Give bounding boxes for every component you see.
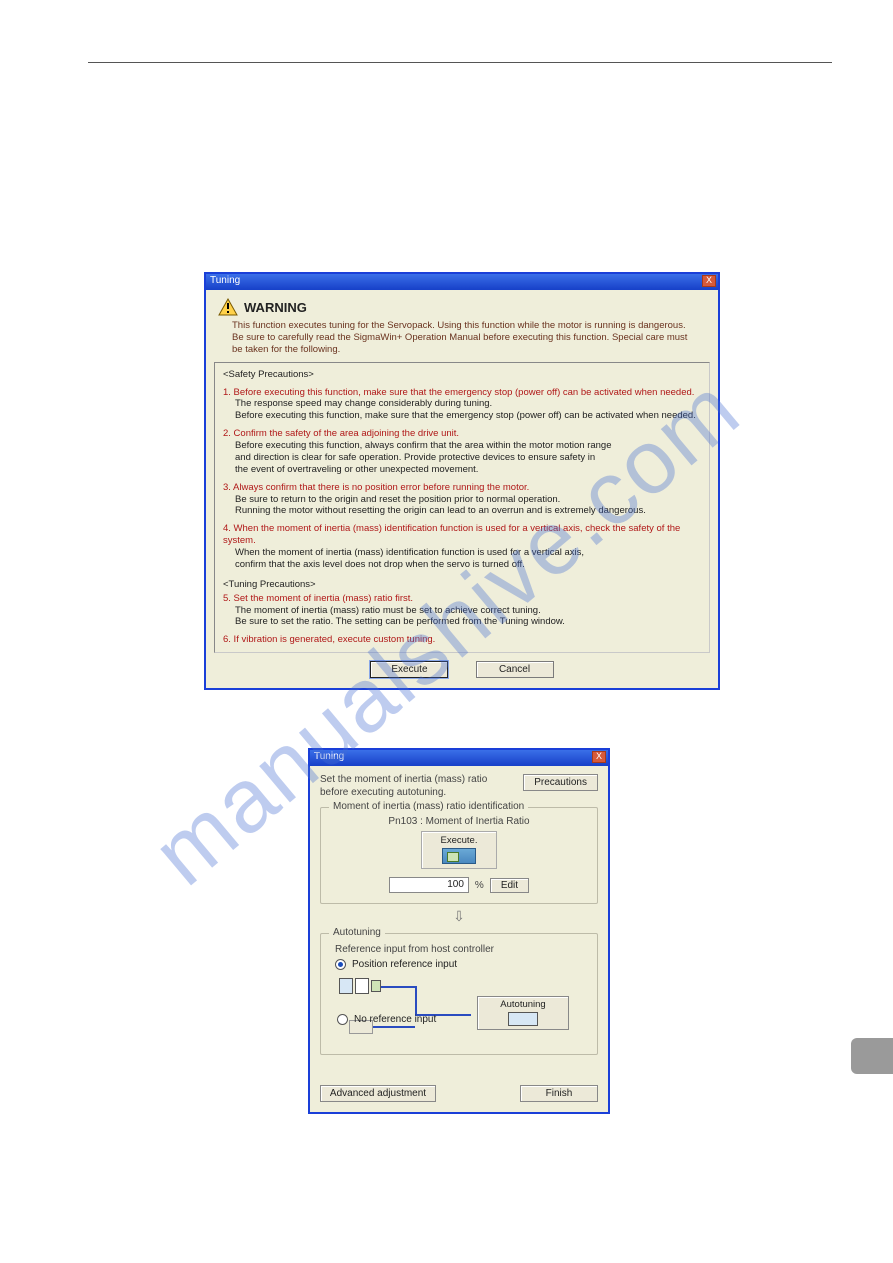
- autotuning-diagram: Autotuning No reference input: [337, 974, 595, 1044]
- autotuning-button[interactable]: Autotuning: [477, 996, 569, 1030]
- drive-icon: [355, 978, 369, 994]
- safety-item-2-line-c: the event of overtraveling or other unex…: [223, 464, 701, 476]
- ratio-unit: %: [475, 880, 484, 891]
- inertia-execute-label: Execute.: [422, 835, 496, 846]
- warning-title: WARNING: [244, 300, 307, 315]
- dialog-titlebar: Tuning X: [206, 274, 718, 290]
- safety-item-2: 2. Confirm the safety of the area adjoin…: [223, 428, 701, 476]
- inertia-group-title: Moment of inertia (mass) ratio identific…: [329, 801, 528, 812]
- dialog-title: Tuning: [210, 275, 240, 286]
- inertia-group: Moment of inertia (mass) ratio identific…: [320, 807, 598, 904]
- safety-item-3-line-b: Running the motor without resetting the …: [223, 505, 701, 517]
- advanced-adjustment-button[interactable]: Advanced adjustment: [320, 1085, 436, 1102]
- tuning-top-row: Set the moment of inertia (mass) ratio b…: [320, 774, 598, 799]
- tuning-message: Set the moment of inertia (mass) ratio b…: [320, 774, 502, 799]
- tuning-item-5: 5. Set the moment of inertia (mass) rati…: [223, 593, 701, 629]
- cancel-button[interactable]: Cancel: [476, 661, 554, 678]
- safety-item-1-line-a: The response speed may change considerab…: [223, 398, 701, 410]
- ratio-row: 100 % Edit: [331, 877, 587, 893]
- pn103-label: Pn103 : Moment of Inertia Ratio: [331, 816, 587, 827]
- tuning-item-6-title: 6. If vibration is generated, execute cu…: [223, 634, 701, 646]
- tuning-dialog-title: Tuning: [314, 751, 344, 762]
- page-top-rule: [88, 62, 832, 63]
- tuning-item-5-line-a: The moment of inertia (mass) ratio must …: [223, 605, 701, 617]
- arrow-down-icon: ⇩: [320, 908, 598, 925]
- wire-icon: [373, 1026, 415, 1028]
- safety-item-3: 3. Always confirm that there is no posit…: [223, 482, 701, 518]
- radio-position-reference[interactable]: Position reference input: [335, 959, 587, 970]
- controller-icon: [339, 978, 353, 994]
- autotuning-button-label: Autotuning: [478, 999, 568, 1010]
- wire-icon: [415, 986, 417, 1014]
- close-icon[interactable]: X: [702, 275, 716, 287]
- safety-item-2-line-b: and direction is clear for safe operatio…: [223, 452, 701, 464]
- safety-item-2-title: 2. Confirm the safety of the area adjoin…: [223, 428, 701, 440]
- inertia-ratio-field[interactable]: 100: [389, 877, 469, 893]
- safety-header: <Safety Precautions>: [223, 369, 701, 381]
- wire-icon: [381, 986, 415, 988]
- tuning-item-5-line-b: Be sure to set the ratio. The setting ca…: [223, 616, 701, 628]
- autotuning-group: Autotuning Reference input from host con…: [320, 933, 598, 1055]
- safety-item-1-title: 1. Before executing this function, make …: [223, 387, 701, 399]
- page-side-tab: [851, 1038, 893, 1074]
- radio-icon: [337, 1014, 348, 1025]
- safety-item-4: 4. When the moment of inertia (mass) ide…: [223, 523, 701, 571]
- finish-button[interactable]: Finish: [520, 1085, 598, 1102]
- close-icon[interactable]: X: [592, 751, 606, 763]
- tuning-header: <Tuning Precautions>: [223, 579, 701, 591]
- dialog-button-row: Execute Cancel: [206, 653, 718, 688]
- bottom-button-row: Advanced adjustment Finish: [320, 1085, 598, 1102]
- execute-button[interactable]: Execute: [370, 661, 448, 678]
- tuning-item-5-title: 5. Set the moment of inertia (mass) rati…: [223, 593, 701, 605]
- warning-blurb: This function executes tuning for the Se…: [206, 320, 718, 362]
- warning-header: WARNING: [206, 290, 718, 320]
- tuning-dialog-titlebar: Tuning X: [310, 750, 608, 766]
- safety-item-1: 1. Before executing this function, make …: [223, 387, 701, 423]
- safety-item-4-line-a: When the moment of inertia (mass) identi…: [223, 547, 701, 559]
- inertia-execute-button[interactable]: Execute.: [421, 831, 497, 869]
- tuning-dialog-body: Set the moment of inertia (mass) ratio b…: [310, 766, 608, 1112]
- safety-item-2-line-a: Before executing this function, always c…: [223, 440, 701, 452]
- radio-no-reference[interactable]: No reference input: [337, 1014, 436, 1025]
- safety-item-4-title: 4. When the moment of inertia (mass) ide…: [223, 523, 701, 547]
- safety-scroll: <Safety Precautions> 1. Before executing…: [214, 362, 710, 654]
- safety-item-4-line-b: confirm that the axis level does not dro…: [223, 559, 701, 571]
- precautions-button[interactable]: Precautions: [523, 774, 598, 791]
- motor-icon: [371, 980, 381, 992]
- radio-position-label: Position reference input: [352, 959, 457, 970]
- tuning-dialog: Tuning X Set the moment of inertia (mass…: [308, 748, 610, 1114]
- warning-icon: [218, 298, 238, 316]
- reference-label: Reference input from host controller: [335, 944, 587, 955]
- edit-button[interactable]: Edit: [490, 878, 529, 893]
- radio-noref-label: No reference input: [354, 1014, 436, 1025]
- servo-icon: [508, 1012, 538, 1026]
- radio-icon: [335, 959, 346, 970]
- safety-item-3-line-a: Be sure to return to the origin and rese…: [223, 494, 701, 506]
- motor-icon: [442, 848, 476, 864]
- autotuning-group-title: Autotuning: [329, 927, 385, 938]
- safety-item-3-title: 3. Always confirm that there is no posit…: [223, 482, 701, 494]
- tuning-item-6: 6. If vibration is generated, execute cu…: [223, 634, 701, 646]
- safety-item-1-line-b: Before executing this function, make sur…: [223, 410, 701, 422]
- warning-dialog: Tuning X WARNING This function executes …: [204, 272, 720, 690]
